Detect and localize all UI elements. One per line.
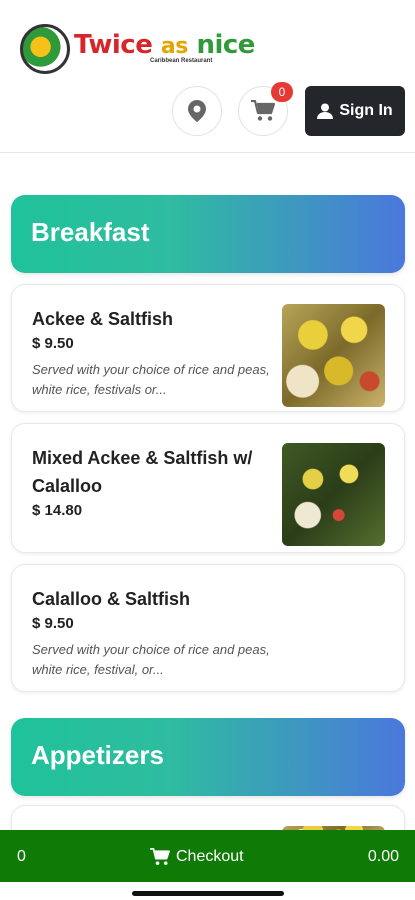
cart-item-count: 0 bbox=[17, 848, 26, 865]
restaurant-logo[interactable]: Twice as nice Caribbean Restaurant bbox=[20, 24, 255, 78]
item-description: Served with your choice of rice and peas… bbox=[32, 362, 270, 397]
item-name: Ackee & Saltfish bbox=[32, 309, 174, 329]
user-icon bbox=[317, 103, 334, 119]
item-name: Mixed Ackee & Saltfish w/ Calalloo bbox=[32, 448, 253, 496]
item-photo bbox=[282, 443, 385, 546]
category-banner-breakfast[interactable]: Breakfast bbox=[11, 195, 405, 273]
home-indicator[interactable] bbox=[132, 891, 284, 896]
item-price: $ 9.50 bbox=[32, 615, 74, 632]
logo-tagline: Caribbean Restaurant bbox=[150, 58, 213, 64]
item-description: Served with your choice of rice and peas… bbox=[32, 642, 270, 677]
logo-wordmark: Twice as nice bbox=[74, 30, 255, 60]
checkout-label: Checkout bbox=[176, 848, 244, 865]
location-button[interactable] bbox=[172, 86, 222, 136]
checkout-bar[interactable]: 0 Checkout 0.00 bbox=[0, 830, 415, 882]
cart-button[interactable]: 0 bbox=[238, 82, 293, 136]
category-title: Appetizers bbox=[31, 740, 164, 770]
category-title: Breakfast bbox=[31, 217, 150, 247]
cart-total: 0.00 bbox=[367, 848, 399, 865]
item-photo bbox=[282, 304, 385, 407]
sign-in-label: Sign In bbox=[339, 102, 393, 119]
menu-item-card[interactable]: Ackee & Saltfish $ 9.50 Served with your… bbox=[11, 284, 405, 412]
checkout-button[interactable]: Checkout bbox=[150, 848, 244, 866]
category-banner-appetizers[interactable]: Appetizers bbox=[11, 718, 405, 796]
cart-icon bbox=[150, 848, 170, 865]
logo-emblem-icon bbox=[20, 24, 70, 74]
app-header: Twice as nice Caribbean Restaurant 0 Sig… bbox=[0, 0, 415, 153]
map-pin-icon bbox=[188, 100, 206, 122]
item-price: $ 14.80 bbox=[32, 502, 83, 519]
menu-item-card[interactable]: Calalloo & Saltfish $ 9.50 Served with y… bbox=[11, 564, 405, 692]
home-indicator-area bbox=[0, 882, 415, 900]
sign-in-button[interactable]: Sign In bbox=[305, 86, 405, 136]
item-name: Calalloo & Saltfish bbox=[32, 589, 191, 609]
menu-item-card[interactable]: Mixed Ackee & Saltfish w/ Calalloo $ 14.… bbox=[11, 423, 405, 553]
item-price: $ 9.50 bbox=[32, 335, 74, 352]
cart-icon bbox=[251, 100, 275, 121]
cart-count-badge: 0 bbox=[271, 82, 293, 102]
